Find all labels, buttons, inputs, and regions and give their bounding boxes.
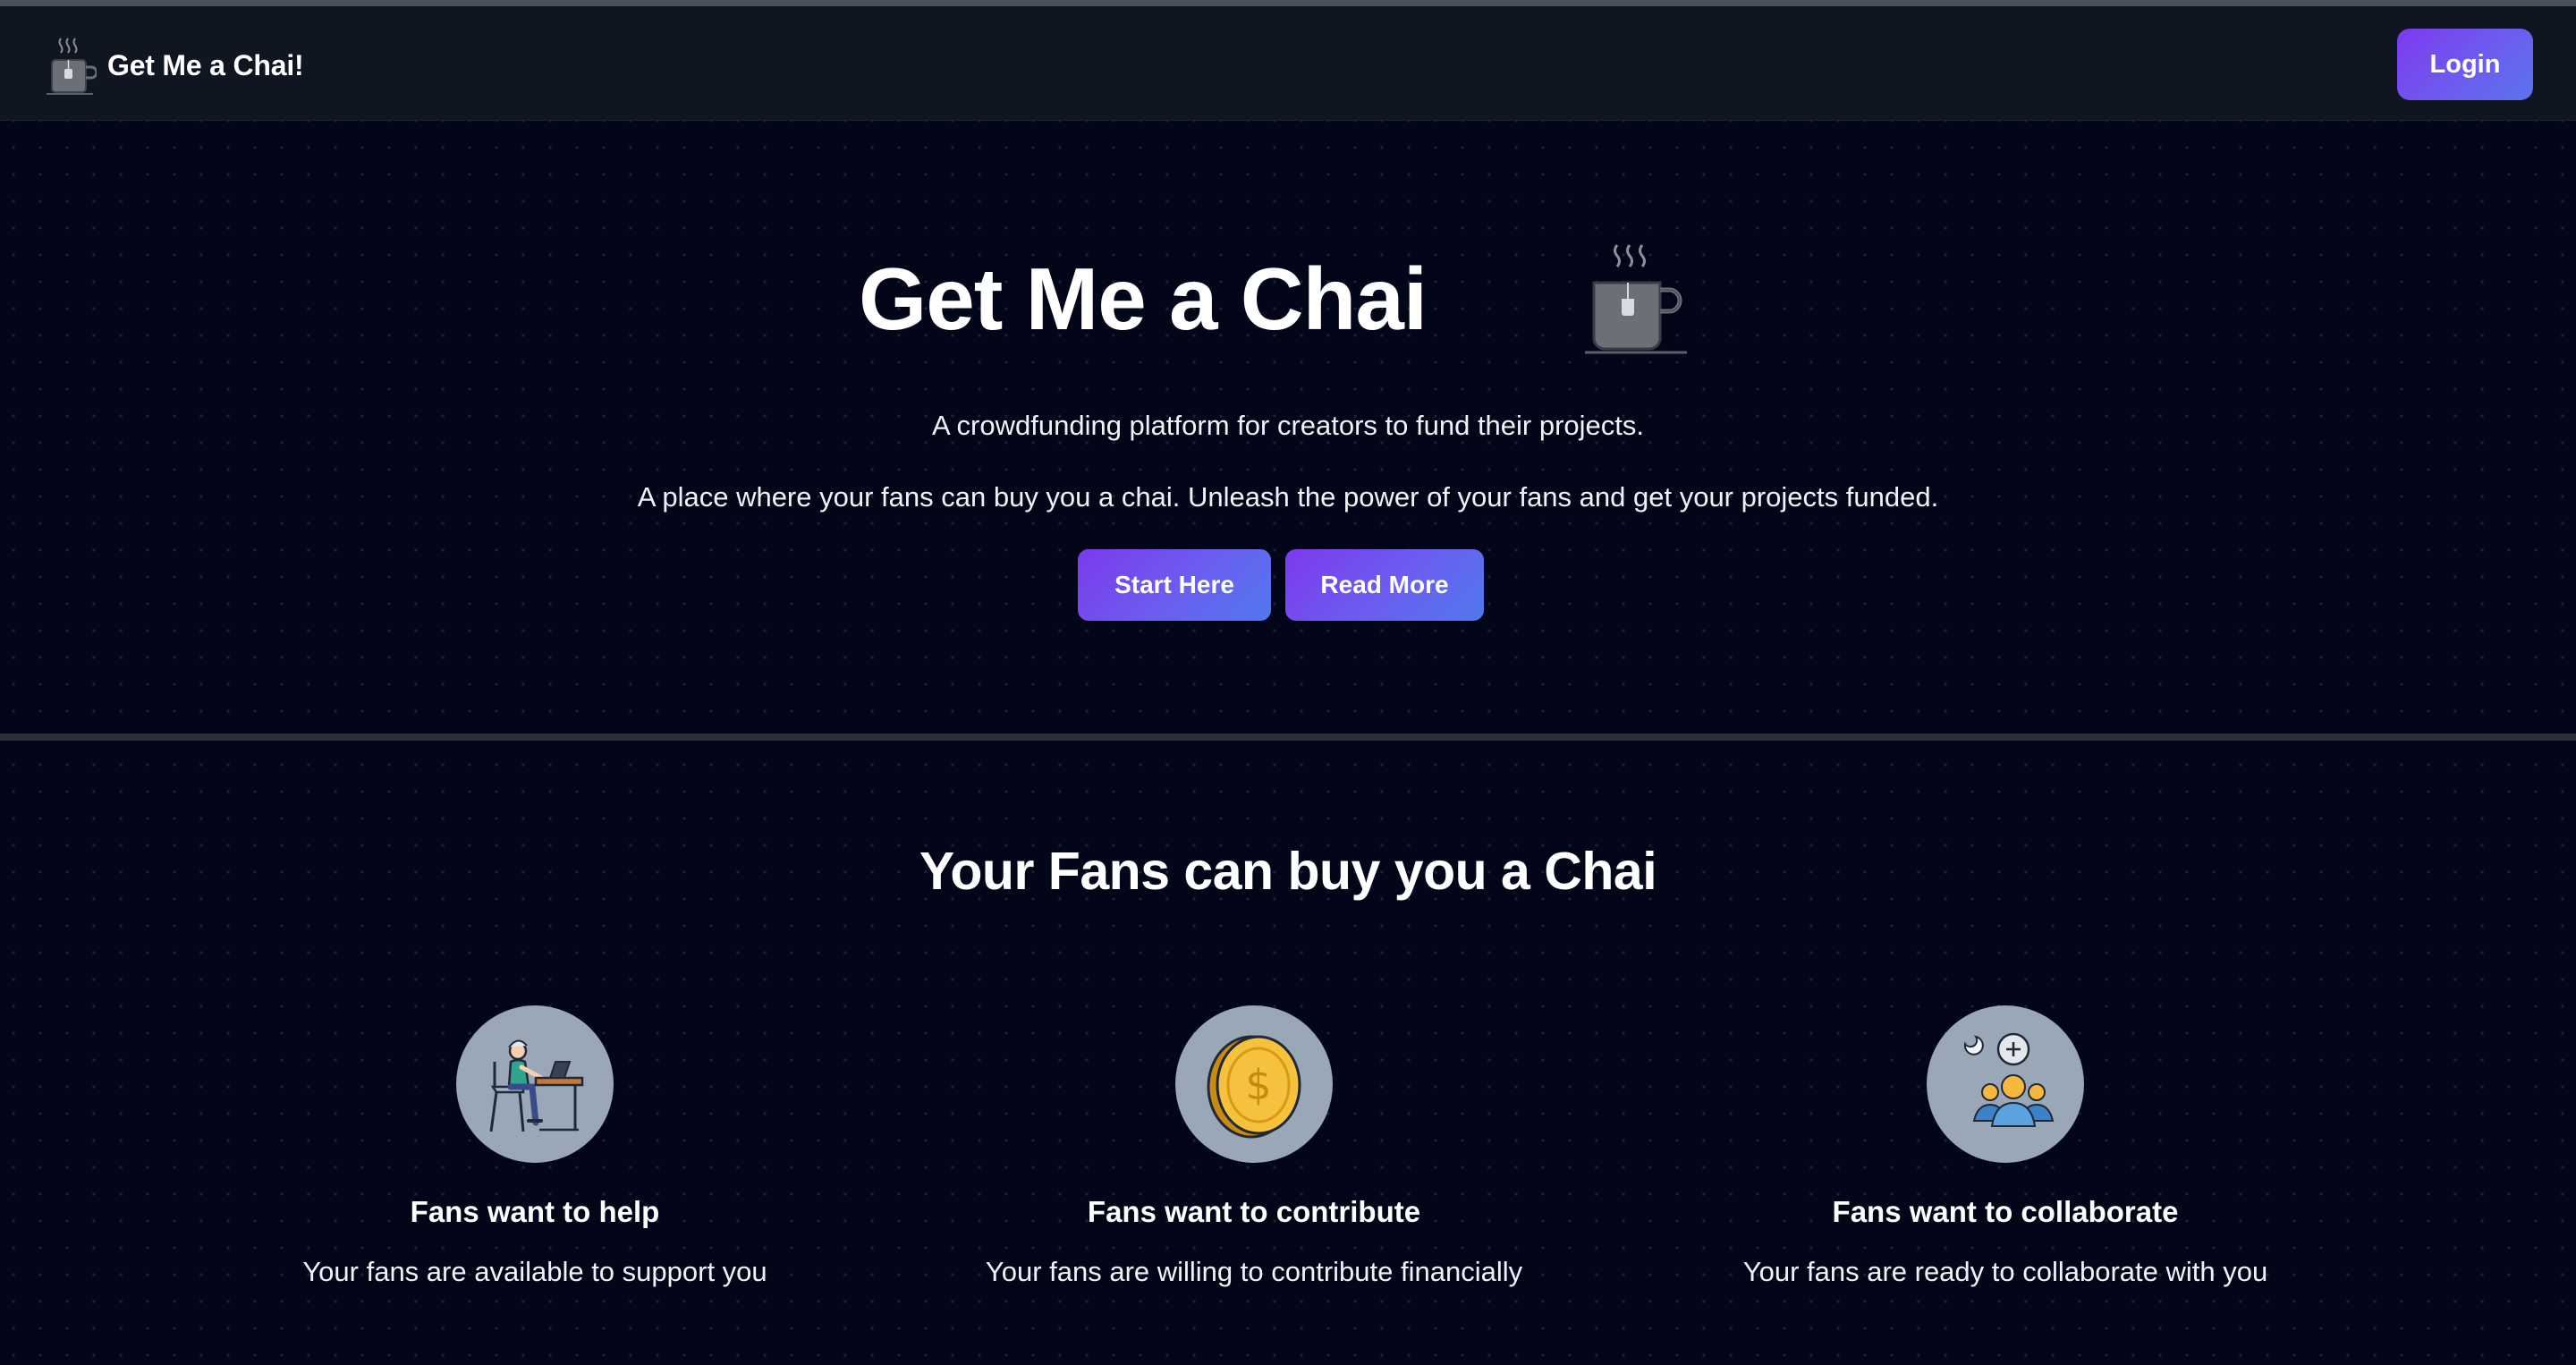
feature-title: Fans want to contribute: [1087, 1195, 1421, 1228]
section-divider: [0, 733, 2576, 741]
hero-title: Get Me a Chai: [859, 250, 1428, 348]
login-button[interactable]: Login: [2397, 29, 2533, 100]
brand[interactable]: Get Me a Chai!: [43, 33, 304, 98]
read-more-button[interactable]: Read More: [1285, 549, 1484, 621]
feature-description: Your fans are available to support you: [302, 1256, 767, 1287]
tea-cup-icon: [1585, 244, 1687, 354]
feature-title: Fans want to collaborate: [1832, 1195, 2179, 1228]
window-top-edge: [0, 0, 2576, 6]
svg-text:$: $: [1245, 1061, 1271, 1109]
feature-card: $ Fans want to contribute Your fans are …: [914, 1005, 1594, 1288]
dollar-coin-icon: $: [1207, 1035, 1301, 1139]
navbar: Get Me a Chai! Login: [0, 6, 2576, 121]
feature-icon-circle: [456, 1005, 614, 1163]
feature-icon-circle: $: [1175, 1005, 1333, 1163]
group-collaborate-icon: [1963, 1032, 2055, 1127]
section-title: Your Fans can buy you a Chai: [919, 842, 1657, 901]
feature-description: Your fans are willing to contribute fina…: [985, 1256, 1523, 1287]
brand-name: Get Me a Chai!: [107, 48, 304, 81]
tea-cup-icon: [47, 38, 97, 95]
feature-icon-circle: [1927, 1005, 2084, 1163]
feature-card: Fans want to help Your fans are availabl…: [195, 1005, 875, 1288]
hero-tagline: A crowdfunding platform for creators to …: [931, 410, 1645, 441]
feature-title: Fans want to help: [410, 1195, 660, 1228]
start-here-button[interactable]: Start Here: [1078, 549, 1271, 621]
feature-card: Fans want to collaborate Your fans are r…: [1665, 1005, 2345, 1288]
person-at-desk-icon: [489, 1039, 584, 1132]
feature-description: Your fans are ready to collaborate with …: [1742, 1256, 2268, 1287]
hero-description: A place where your fans can buy you a ch…: [637, 481, 1939, 513]
